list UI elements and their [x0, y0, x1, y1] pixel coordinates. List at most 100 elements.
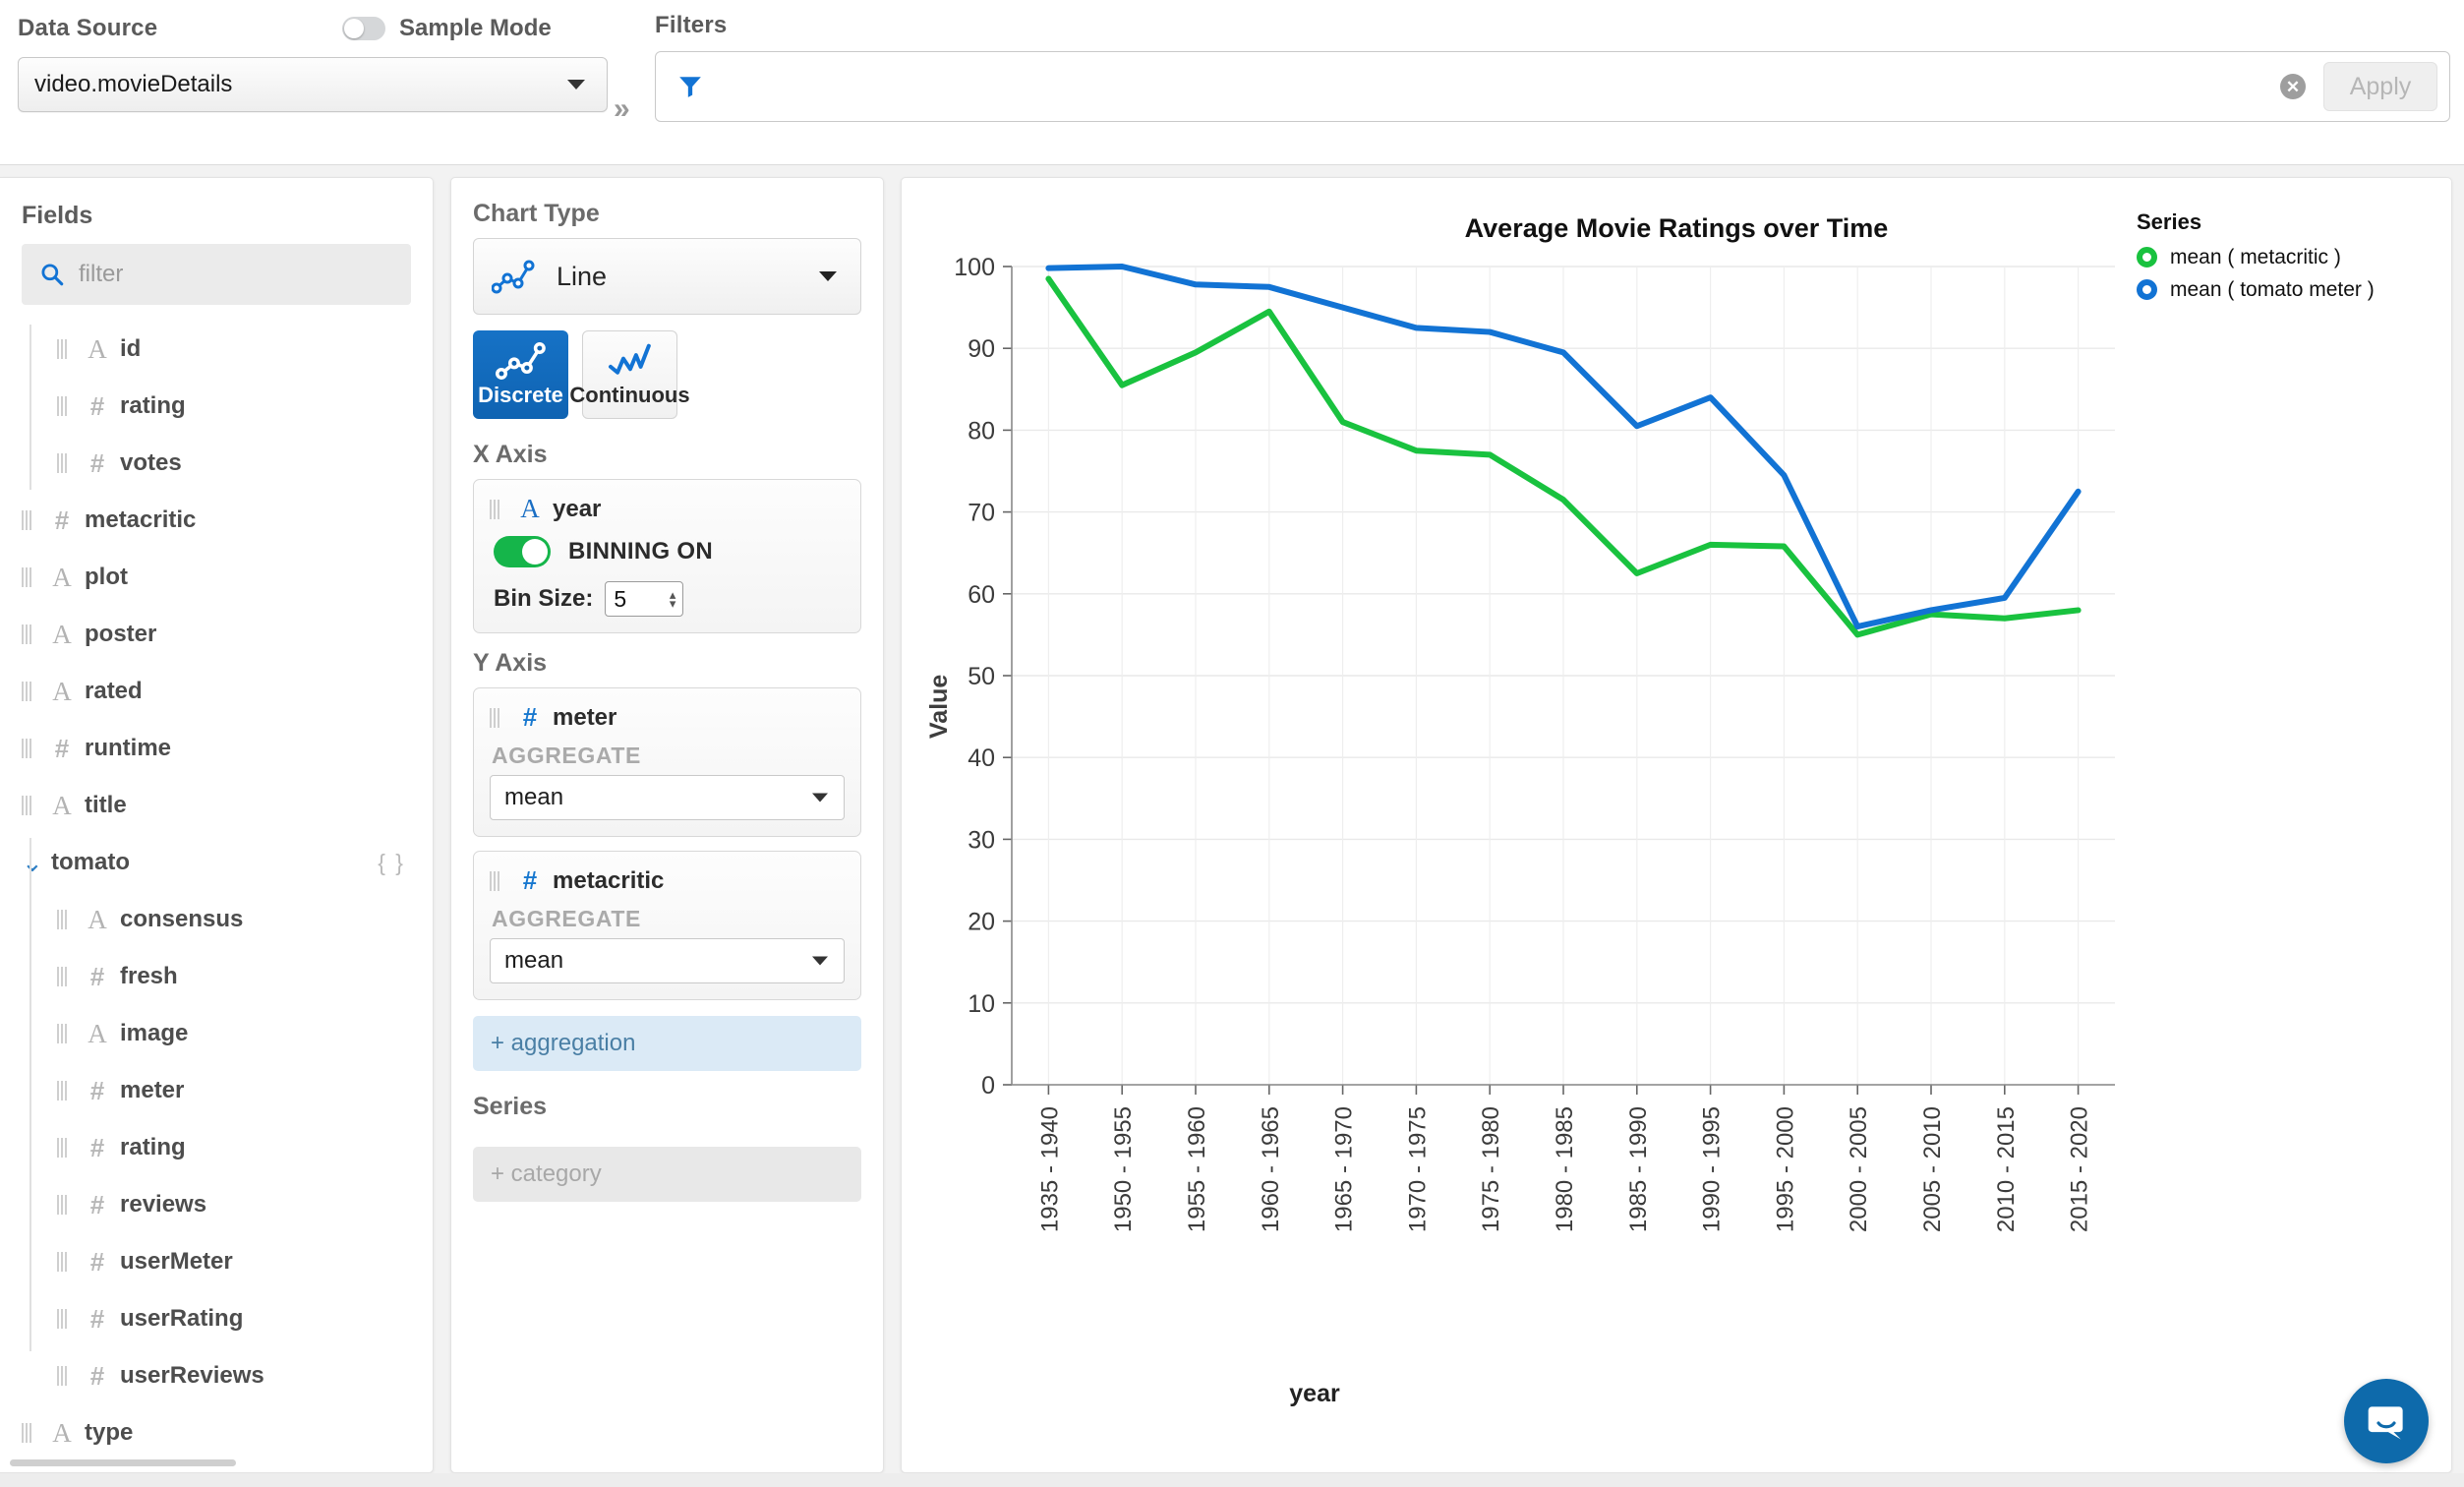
x-axis-field-row[interactable]: A year	[490, 494, 845, 524]
chat-launcher-button[interactable]	[2344, 1379, 2429, 1463]
filters-block: Filters ✕ Apply	[655, 12, 2450, 122]
drag-handle-icon[interactable]	[57, 1194, 71, 1216]
add-aggregation-button[interactable]: + aggregation	[473, 1016, 861, 1071]
field-item-id[interactable]: Aid	[0, 321, 433, 378]
y-axis-field-row[interactable]: # meter	[490, 702, 845, 733]
drag-handle-icon[interactable]	[22, 681, 35, 702]
string-type-icon: A	[81, 905, 114, 935]
bin-size-label: Bin Size:	[494, 585, 593, 613]
drag-handle-icon[interactable]	[22, 509, 35, 531]
drag-handle-icon[interactable]	[490, 707, 503, 729]
field-item-fresh[interactable]: #fresh	[0, 948, 433, 1005]
drag-handle-icon[interactable]	[22, 795, 35, 816]
x-tick-label: 1970 - 1975	[1404, 1106, 1431, 1232]
drag-handle-icon[interactable]	[22, 566, 35, 588]
discrete-button[interactable]: Discrete	[473, 330, 568, 419]
field-item-votes[interactable]: #votes	[0, 435, 433, 492]
sample-mode-toggle[interactable]	[342, 17, 385, 40]
drag-handle-icon[interactable]	[22, 738, 35, 759]
drag-handle-icon[interactable]	[57, 338, 71, 360]
x-axis-shelf[interactable]: A year BINNING ON Bin Size: 5 ▴▾	[473, 479, 861, 633]
drag-handle-icon[interactable]	[57, 395, 71, 417]
drag-handle-icon[interactable]	[22, 1422, 35, 1444]
aggregate-select[interactable]: mean	[490, 938, 845, 983]
y-axis-shelf-meter[interactable]: # meter AGGREGATE mean	[473, 687, 861, 837]
field-item-title[interactable]: Atitle	[0, 777, 433, 834]
expand-chevrons-icon[interactable]: »	[614, 92, 630, 126]
data-source-select[interactable]: video.movieDetails	[18, 57, 608, 112]
drag-handle-icon[interactable]	[57, 966, 71, 987]
chart-type-select[interactable]: Line	[473, 238, 861, 315]
drag-handle-icon[interactable]	[57, 1365, 71, 1387]
field-item-userRating[interactable]: #userRating	[0, 1290, 433, 1347]
field-item-reviews[interactable]: #reviews	[0, 1176, 433, 1233]
drag-handle-icon[interactable]	[57, 1137, 71, 1159]
field-item-plot[interactable]: Aplot	[0, 549, 433, 606]
field-item-meter[interactable]: #meter	[0, 1062, 433, 1119]
field-label: userRating	[120, 1305, 243, 1333]
y-axis-label: Y Axis	[451, 633, 883, 687]
field-label: title	[85, 792, 127, 819]
legend-item[interactable]: mean ( metacritic )	[2137, 241, 2432, 273]
drag-handle-icon[interactable]	[22, 624, 35, 645]
field-group-tomato[interactable]: ⌄tomato{ }	[0, 834, 433, 891]
drag-handle-icon[interactable]	[490, 870, 503, 892]
string-type-icon: A	[81, 334, 114, 365]
field-label: userReviews	[120, 1362, 264, 1390]
field-item-runtime[interactable]: #runtime	[0, 720, 433, 777]
apply-button[interactable]: Apply	[2323, 62, 2437, 111]
bin-size-stepper[interactable]: 5 ▴▾	[605, 581, 683, 617]
aggregate-select[interactable]: mean	[490, 775, 845, 820]
x-tick-label: 1955 - 1960	[1184, 1106, 1210, 1232]
string-type-icon: A	[81, 1019, 114, 1049]
field-label: meter	[120, 1077, 184, 1104]
chart-type-value: Line	[557, 262, 607, 292]
field-item-rated[interactable]: Arated	[0, 663, 433, 720]
string-type-icon: A	[513, 494, 547, 524]
y-axis-shelf-metacritic[interactable]: # metacritic AGGREGATE mean	[473, 851, 861, 1000]
filter-input-bar[interactable]: ✕ Apply	[655, 51, 2450, 122]
field-item-rating[interactable]: #rating	[0, 378, 433, 435]
field-item-consensus[interactable]: Aconsensus	[0, 891, 433, 948]
y-tick-label: 40	[968, 744, 995, 772]
drag-handle-icon[interactable]	[57, 452, 71, 474]
continuous-button[interactable]: Continuous	[582, 330, 677, 419]
field-item-userReviews[interactable]: #userReviews	[0, 1347, 433, 1404]
clear-filter-icon[interactable]: ✕	[2280, 74, 2306, 99]
y-tick-label: 10	[968, 990, 995, 1018]
field-item-poster[interactable]: Aposter	[0, 606, 433, 663]
binning-label: BINNING ON	[568, 538, 713, 565]
binning-switch[interactable]	[494, 536, 551, 567]
legend-label: mean ( metacritic )	[2170, 246, 2341, 269]
drag-handle-icon[interactable]	[57, 1251, 71, 1273]
binning-row[interactable]: BINNING ON	[490, 536, 845, 567]
x-tick-label: 1995 - 2000	[1772, 1106, 1798, 1232]
drag-handle-icon[interactable]	[57, 909, 71, 930]
field-filter-input[interactable]: filter	[22, 244, 411, 305]
field-item-type[interactable]: Atype	[0, 1404, 433, 1461]
y-axis-field-row[interactable]: # metacritic	[490, 865, 845, 896]
chevron-down-icon[interactable]: ⌄	[22, 857, 43, 868]
field-item-image[interactable]: Aimage	[0, 1005, 433, 1062]
add-category-button[interactable]: + category	[473, 1147, 861, 1202]
chevron-down-icon	[819, 271, 837, 281]
chevron-down-icon	[812, 957, 828, 966]
fields-horizontal-scrollbar[interactable]	[10, 1459, 236, 1466]
field-label: metacritic	[85, 506, 196, 534]
drag-handle-icon[interactable]	[57, 1308, 71, 1330]
field-item-metacritic[interactable]: #metacritic	[0, 492, 433, 549]
drag-handle-icon[interactable]	[490, 499, 503, 520]
field-label: reviews	[120, 1191, 206, 1219]
sample-mode-toggle-group[interactable]: Sample Mode	[342, 15, 552, 42]
drag-handle-icon[interactable]	[57, 1023, 71, 1044]
aggregate-label: AGGREGATE	[492, 906, 845, 932]
y-tick-label: 90	[968, 335, 995, 363]
stepper-arrows-icon[interactable]: ▴▾	[670, 591, 676, 607]
drag-handle-icon[interactable]	[57, 1080, 71, 1101]
data-source-header: Data Source Sample Mode	[18, 12, 608, 45]
y-tick-label: 70	[968, 500, 995, 527]
field-item-rating[interactable]: #rating	[0, 1119, 433, 1176]
y-tick-label: 0	[981, 1072, 995, 1100]
legend-item[interactable]: mean ( tomato meter )	[2137, 273, 2432, 306]
field-item-userMeter[interactable]: #userMeter	[0, 1233, 433, 1290]
